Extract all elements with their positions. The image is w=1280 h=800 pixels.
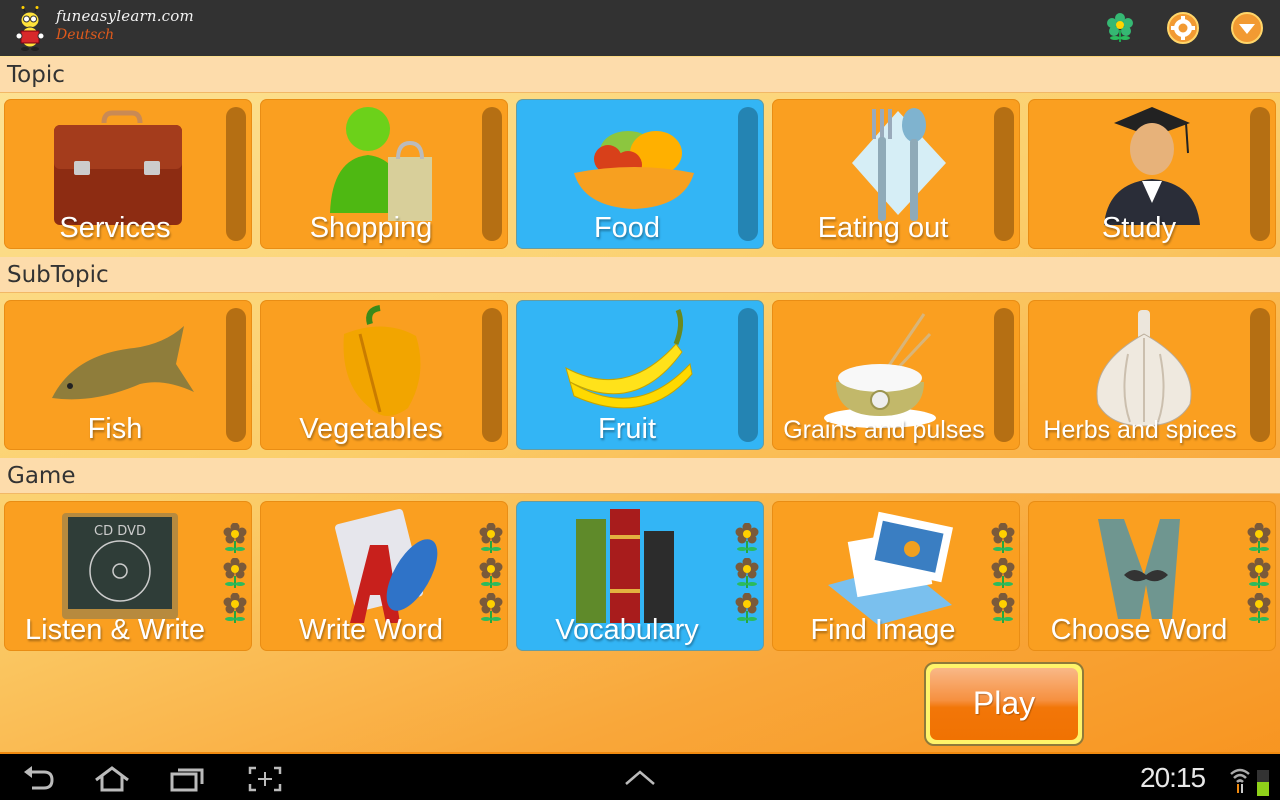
difficulty-flowers xyxy=(990,523,1016,628)
flower-icon xyxy=(735,523,759,553)
difficulty-flowers xyxy=(734,523,760,628)
back-icon[interactable] xyxy=(22,766,56,792)
topic-tile-shopping[interactable]: Shopping xyxy=(260,99,508,249)
subtopic-tile-fruit[interactable]: Fruit xyxy=(516,300,764,450)
flower-icon xyxy=(735,558,759,588)
tile-label: Find Image xyxy=(810,614,956,646)
flower-icon xyxy=(479,523,503,553)
wifi-icon xyxy=(1230,768,1250,793)
action-bar: funeasylearn.com Deutsch xyxy=(0,0,1280,56)
fruit-tart-icon xyxy=(574,131,694,209)
tile-label: Listen & Write xyxy=(25,614,205,646)
books-icon xyxy=(576,509,674,623)
topic-tile-study[interactable]: Study xyxy=(1028,99,1276,249)
tile-scrollbar xyxy=(738,107,758,241)
tile-scrollbar xyxy=(226,308,246,442)
tile-label: Services xyxy=(59,212,171,244)
site-name: funeasylearn.com xyxy=(56,7,194,25)
subtopic-tile-vegetables[interactable]: Vegetables xyxy=(260,300,508,450)
difficulty-flowers xyxy=(1246,523,1272,628)
tile-label: Study xyxy=(1101,212,1177,244)
fork-spoon-icon xyxy=(852,108,946,221)
bee-logo-icon xyxy=(15,6,45,51)
tile-scrollbar xyxy=(226,107,246,241)
flower-icon xyxy=(991,523,1015,553)
game-tile-write-word[interactable]: Write Word xyxy=(260,501,508,651)
svg-text:CD DVD: CD DVD xyxy=(94,524,146,539)
tile-scrollbar xyxy=(482,308,502,442)
tile-scrollbar xyxy=(994,308,1014,442)
topic-tile-eating-out[interactable]: Eating out xyxy=(772,99,1020,249)
subtopic-tile-herbs-and-spices[interactable]: Herbs and spices xyxy=(1028,300,1276,450)
tile-label: Food xyxy=(593,212,661,244)
tile-scrollbar xyxy=(1250,107,1270,241)
system-nav-bar: 20:15 xyxy=(0,752,1280,800)
subtopic-tile-fish[interactable]: Fish xyxy=(4,300,252,450)
game-tile-vocabulary[interactable]: Vocabulary xyxy=(516,501,764,651)
cd-dvd-icon: CD DVD xyxy=(62,513,178,619)
tile-label: Fish xyxy=(87,413,143,445)
rice-bowl-icon xyxy=(824,313,936,428)
section-header-subtopic: SubTopic xyxy=(0,257,1280,293)
difficulty-flowers xyxy=(222,523,248,628)
topic-row: Services Shopping Food Eating out Study xyxy=(0,93,1280,249)
tile-label: Write Word xyxy=(299,614,443,646)
graduate-icon xyxy=(1104,107,1200,225)
tile-scrollbar xyxy=(482,107,502,241)
clock: 20:15 xyxy=(1140,762,1206,793)
flower-icon xyxy=(991,558,1015,588)
game-tile-find-image[interactable]: Find Image xyxy=(772,501,1020,651)
recent-apps-icon[interactable] xyxy=(170,766,206,792)
tile-scrollbar xyxy=(738,308,758,442)
tile-label: Shopping xyxy=(309,212,433,244)
banana-icon xyxy=(565,309,693,409)
write-word-icon xyxy=(335,508,438,623)
tile-scrollbar xyxy=(994,107,1014,241)
tile-label: Vegetables xyxy=(299,413,443,445)
flower-icon xyxy=(1247,523,1271,553)
expand-up-icon[interactable] xyxy=(624,770,656,786)
topic-tile-food[interactable]: Food xyxy=(516,99,764,249)
tile-label: Vocabulary xyxy=(555,614,699,646)
home-icon[interactable] xyxy=(92,766,132,792)
brand: funeasylearn.com Deutsch xyxy=(56,7,194,43)
battery-icon xyxy=(1257,770,1269,796)
tile-label: Fruit xyxy=(598,413,656,445)
photos-icon xyxy=(828,511,953,625)
subtopic-row: Fish Vegetables Fruit Grains and pulses xyxy=(0,294,1280,450)
flower-icon[interactable] xyxy=(1104,12,1136,44)
tile-label: Herbs and spices xyxy=(1043,416,1237,444)
shopper-bag-icon xyxy=(330,107,432,221)
difficulty-flowers xyxy=(478,523,504,628)
topic-tile-services[interactable]: Services xyxy=(4,99,252,249)
flower-icon xyxy=(223,558,247,588)
game-tile-choose-word[interactable]: Choose Word xyxy=(1028,501,1276,651)
tile-label: Grains and pulses xyxy=(783,416,985,444)
section-header-game: Game xyxy=(0,458,1280,494)
game-row: CD DVD Listen & Write Write Word Vocabul… xyxy=(0,495,1280,651)
fish-icon xyxy=(52,326,194,400)
flower-icon xyxy=(223,523,247,553)
garlic-icon xyxy=(1096,310,1192,427)
play-button[interactable]: Play xyxy=(924,662,1084,746)
flower-icon xyxy=(479,558,503,588)
tile-label: Eating out xyxy=(817,212,949,244)
dropdown-menu-icon[interactable] xyxy=(1231,12,1263,44)
letter-w-icon xyxy=(1098,519,1180,619)
flower-icon xyxy=(1247,558,1271,588)
pepper-icon xyxy=(343,305,421,416)
language-label: Deutsch xyxy=(56,27,115,43)
settings-icon[interactable] xyxy=(1167,12,1199,44)
briefcase-icon xyxy=(54,110,182,225)
game-tile-listen-write[interactable]: CD DVD Listen & Write xyxy=(4,501,252,651)
play-button-label: Play xyxy=(930,668,1078,740)
tile-scrollbar xyxy=(1250,308,1270,442)
screenshot-icon[interactable] xyxy=(248,766,282,792)
section-header-topic: Topic xyxy=(0,57,1280,93)
subtopic-tile-grains-and-pulses[interactable]: Grains and pulses xyxy=(772,300,1020,450)
tile-label: Choose Word xyxy=(1050,614,1228,646)
